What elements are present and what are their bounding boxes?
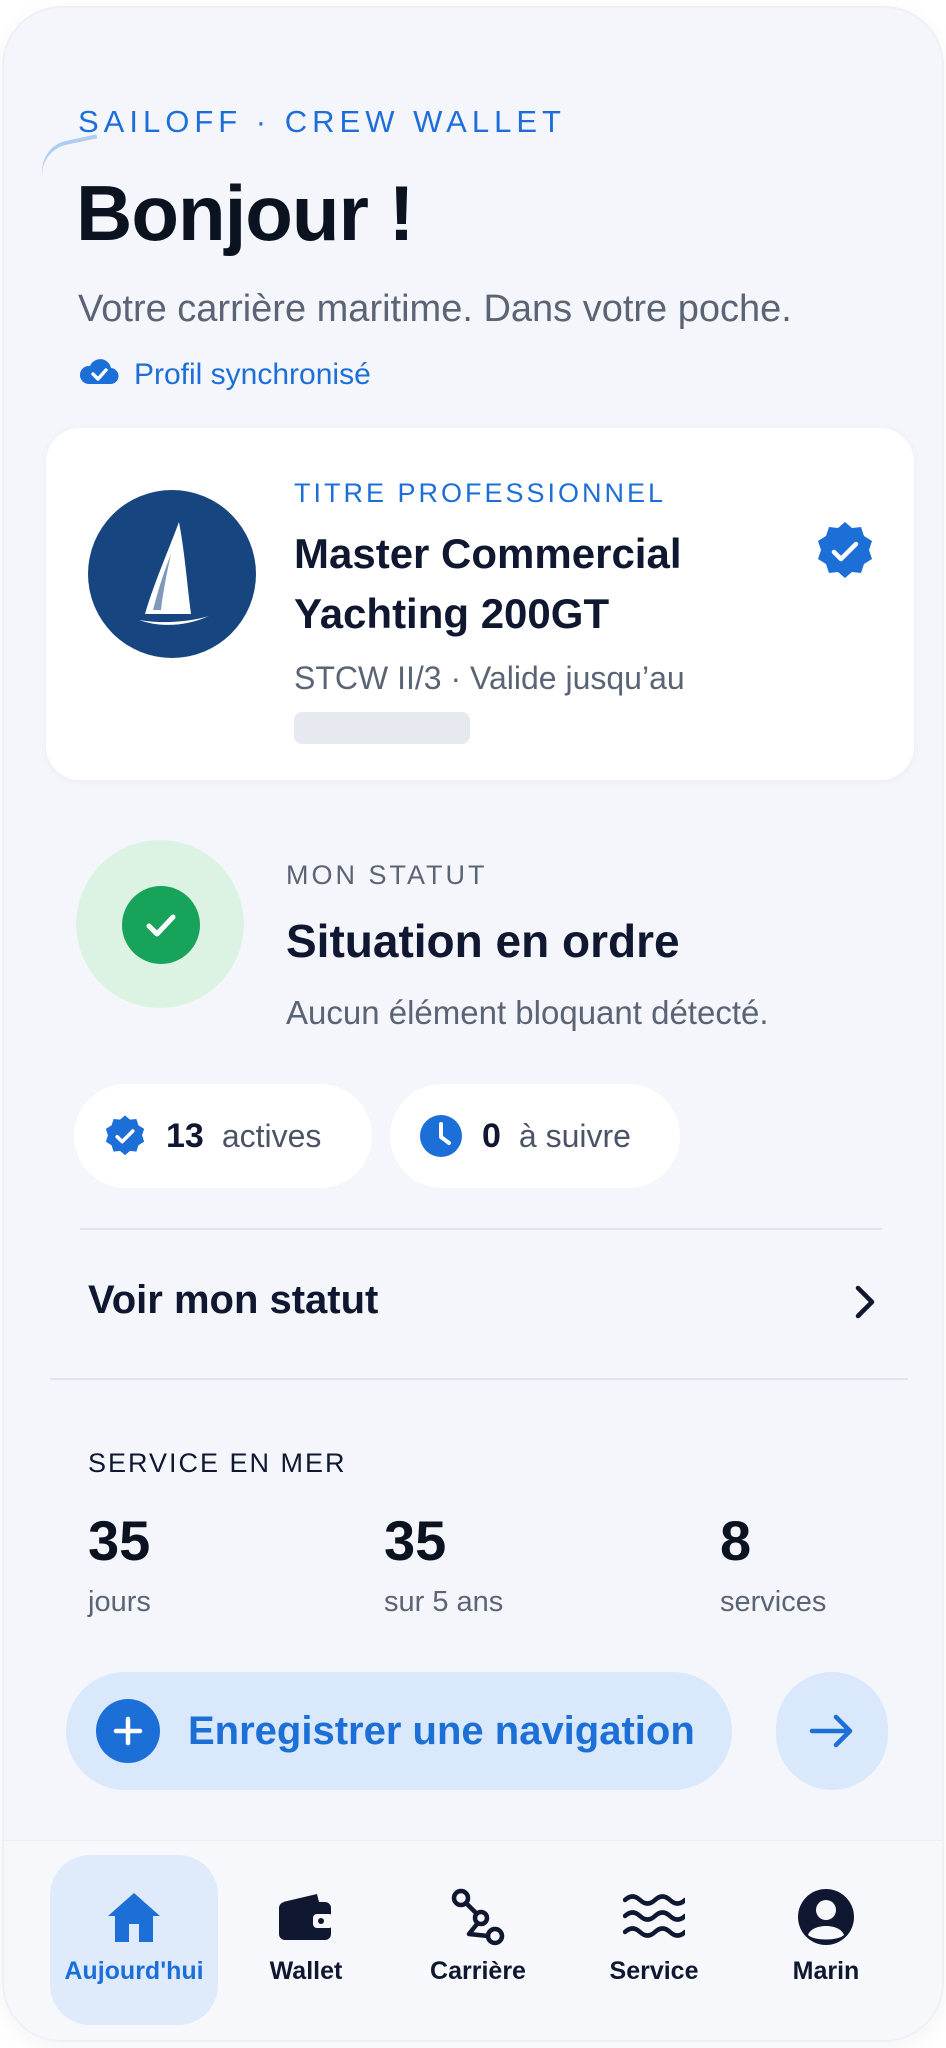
status-title: Situation en ordre <box>286 915 680 967</box>
active-label: actives <box>221 1117 322 1154</box>
brand-label: SAILOFF · CREW WALLET <box>78 104 566 139</box>
tab-sailor-label: Marin <box>792 1957 860 1985</box>
sea-service-kicker: SERVICE EN MER <box>88 1448 347 1478</box>
arrow-right-icon <box>809 1714 853 1748</box>
pending-label: à suivre <box>518 1117 631 1154</box>
greeting-title: Bonjour ! <box>76 169 415 257</box>
status-kicker: MON STATUT <box>286 860 488 890</box>
title-kicker: TITRE PROFESSIONNEL <box>294 478 667 508</box>
tab-career[interactable]: Carrière <box>394 1855 562 2025</box>
record-navigation-button[interactable]: Enregistrer une navigation <box>66 1672 732 1790</box>
tab-wallet-label: Wallet <box>269 1957 343 1985</box>
stat-5years-value: 35 <box>384 1509 447 1572</box>
tab-service[interactable]: Service <box>570 1855 738 2025</box>
tab-today[interactable]: Aujourd'hui <box>50 1855 218 2025</box>
tab-today-label: Aujourd'hui <box>64 1957 204 1985</box>
record-navigation-label: Enregistrer une navigation <box>188 1708 695 1753</box>
active-count: 13 <box>166 1116 204 1155</box>
professional-title-card[interactable]: TITRE PROFESSIONNEL Master Commercial Ya… <box>46 428 914 780</box>
title-name: Master Commercial Yachting 200GT <box>294 530 682 637</box>
tab-sailor[interactable]: Marin <box>742 1855 910 2025</box>
arrow-right-button[interactable] <box>776 1672 888 1790</box>
home-icon <box>105 1885 163 1949</box>
pending-count: 0 <box>482 1116 501 1155</box>
divider <box>80 1228 882 1230</box>
check-circle-icon <box>122 886 200 964</box>
divider <box>50 1378 908 1380</box>
stat-services-label: services <box>720 1586 827 1618</box>
stat-5years-label: sur 5 ans <box>384 1586 504 1618</box>
see-status-link[interactable]: Voir mon statut <box>88 1278 378 1323</box>
app-screen: SAILOFF · CREW WALLET Bonjour ! Votre ca… <box>4 8 942 2040</box>
clock-icon <box>418 1113 464 1159</box>
sailboat-icon <box>88 490 256 658</box>
chevron-right-icon[interactable] <box>850 1282 880 1327</box>
plus-icon <box>96 1699 160 1763</box>
tab-wallet[interactable]: Wallet <box>222 1855 390 2025</box>
tagline: Votre carrière maritime. Dans votre poch… <box>78 288 792 330</box>
career-path-icon <box>449 1885 507 1949</box>
bottom-tab-bar: Aujourd'hui Wallet Carrière Service Mari… <box>4 1840 942 2040</box>
tab-service-label: Service <box>609 1957 699 1985</box>
sync-status: Profil synchronisé <box>78 356 371 393</box>
waves-icon <box>623 1885 685 1949</box>
verified-badge-icon <box>102 1113 148 1159</box>
stat-services-value: 8 <box>720 1509 752 1572</box>
cloud-check-icon <box>78 356 120 393</box>
redacted-date <box>294 712 470 744</box>
tab-career-label: Carrière <box>430 1957 526 1985</box>
stat-days-label: jours <box>88 1586 151 1618</box>
verified-badge-icon <box>814 520 876 587</box>
stat-days-value: 35 <box>88 1509 151 1572</box>
sync-status-label: Profil synchronisé <box>134 357 371 391</box>
status-description: Aucun élément bloquant détecté. <box>286 994 769 1031</box>
wallet-icon <box>277 1885 335 1949</box>
pending-documents-pill[interactable]: 0 à suivre <box>390 1084 680 1188</box>
title-validity: STCW II/3 · Valide jusqu’au <box>294 660 685 696</box>
active-documents-pill[interactable]: 13 actives <box>74 1084 372 1188</box>
profile-icon <box>796 1885 856 1949</box>
